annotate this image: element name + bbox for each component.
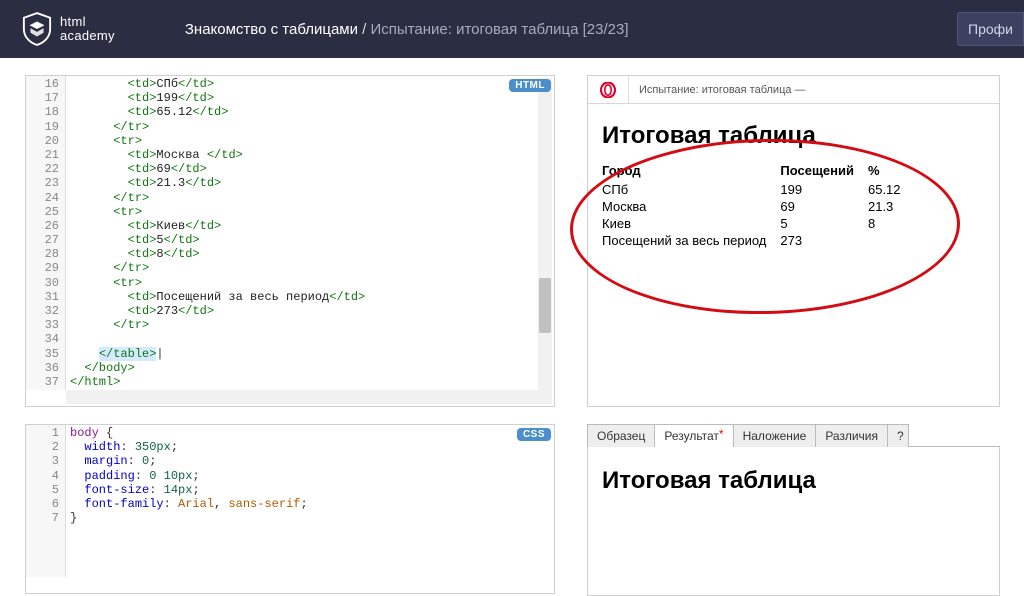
preview-pane: Испытание: итоговая таблица — Итоговая т…	[587, 75, 1000, 407]
workspace: HTML 16171819202122232425262728293031323…	[25, 75, 1000, 529]
css-badge: CSS	[517, 428, 551, 441]
profile-button[interactable]: Профи	[957, 12, 1024, 46]
css-editor[interactable]: CSS 1234567 body { width: 350px; margin:…	[25, 424, 555, 594]
tab-2[interactable]: Наложение	[733, 424, 817, 447]
html-badge: HTML	[509, 79, 551, 92]
breadcrumb[interactable]: Знакомство с таблицами / Испытание: итог…	[185, 21, 629, 38]
shield-icon	[22, 12, 52, 46]
logo[interactable]: html academy	[22, 12, 115, 46]
tab-0[interactable]: Образец	[587, 424, 655, 447]
col-header: Посещений	[780, 160, 868, 181]
preview-table: ГородПосещений%СПб19965.12Москва6921.3Ки…	[602, 160, 915, 249]
table-row: СПб19965.12	[602, 181, 915, 198]
logo-text: html academy	[60, 15, 115, 44]
result-body: Итоговая таблица	[587, 446, 1000, 596]
result-heading: Итоговая таблица	[602, 467, 985, 495]
tab-strip: ОбразецРезультат*НаложениеРазличия?	[587, 424, 1000, 447]
table-row: Москва6921.3	[602, 198, 915, 215]
css-code[interactable]: body { width: 350px; margin: 0; padding:…	[66, 425, 538, 577]
tab-help[interactable]: ?	[887, 424, 909, 447]
browser-bar: Испытание: итоговая таблица —	[588, 76, 999, 104]
horizontal-scrollbar[interactable]	[66, 390, 538, 404]
col-header: %	[868, 160, 915, 181]
opera-icon	[600, 82, 616, 98]
table-row: Киев58	[602, 215, 915, 232]
preview-body: Итоговая таблица ГородПосещений%СПб19965…	[588, 104, 999, 249]
result-panel: ОбразецРезультат*НаложениеРазличия? Итог…	[587, 424, 1000, 596]
col-header: Город	[602, 160, 780, 181]
address-bar[interactable]: Испытание: итоговая таблица —	[628, 76, 816, 103]
table-row: Посещений за весь период273	[602, 232, 915, 249]
tab-3[interactable]: Различия	[815, 424, 888, 447]
css-gutter: 1234567	[26, 425, 66, 577]
vertical-scrollbar[interactable]	[538, 78, 552, 404]
preview-heading: Итоговая таблица	[602, 122, 985, 150]
tab-1[interactable]: Результат*	[654, 424, 733, 447]
html-gutter: 1617181920212223242526272829303132333435…	[26, 76, 66, 390]
html-editor[interactable]: HTML 16171819202122232425262728293031323…	[25, 75, 555, 407]
top-bar: html academy Знакомство с таблицами / Ис…	[0, 0, 1024, 58]
html-code[interactable]: <td>СПб</td> <td>199</td> <td>65.12</td>…	[66, 76, 538, 390]
